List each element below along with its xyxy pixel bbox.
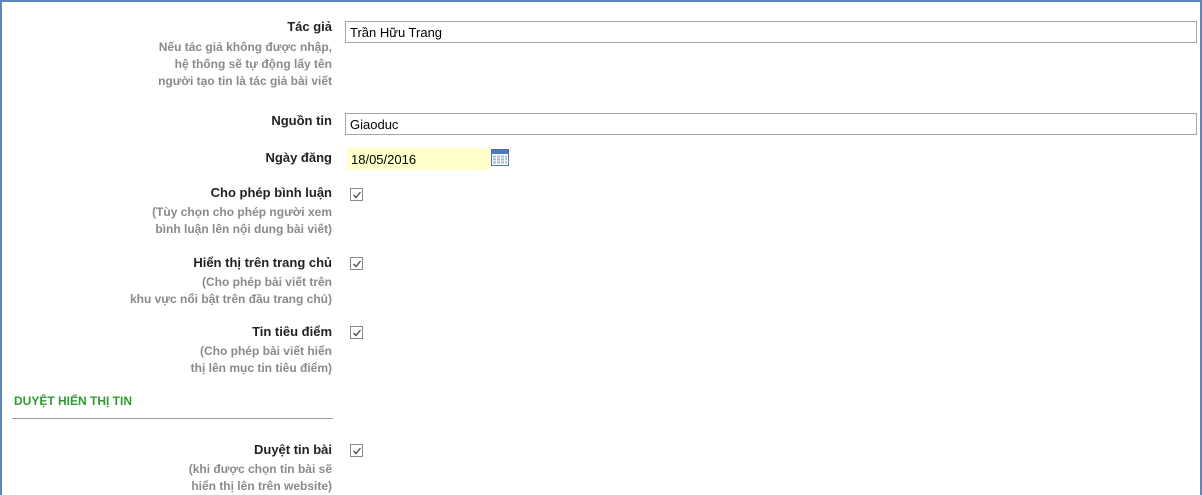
author-hint: Nếu tác giả không được nhập, hệ thống sẽ…	[158, 39, 332, 90]
show-on-home-hint-line: (Cho phép bài viết trên	[201, 275, 332, 289]
checkmark-icon	[353, 191, 362, 199]
source-label: Nguồn tin	[271, 113, 332, 128]
approve-hint-line: (khi được chọn tin bài sẽ	[188, 462, 332, 476]
approval-section-title: DUYỆT HIỂN THỊ TIN	[14, 394, 133, 408]
allow-comments-checkbox[interactable]	[350, 188, 363, 201]
allow-comments-hint-line: bình luận lên nội dung bài viết)	[155, 222, 332, 236]
allow-comments-hint-line: (Tùy chọn cho phép người xem	[152, 205, 332, 219]
show-on-home-checkbox[interactable]	[350, 257, 363, 270]
approve-label: Duyệt tin bài	[253, 442, 332, 457]
featured-hint: (Cho phép bài viết hiển thị lên mục tin …	[191, 343, 332, 377]
featured-checkbox[interactable]	[350, 326, 363, 339]
approve-hint-line: hiển thị lên trên website)	[191, 479, 332, 493]
author-input[interactable]	[345, 21, 1197, 43]
checkmark-icon	[353, 447, 362, 455]
source-input[interactable]	[345, 113, 1197, 135]
form-panel: Tác giả Nếu tác giả không được nhập, hệ …	[0, 0, 1202, 495]
allow-comments-hint: (Tùy chọn cho phép người xem bình luận l…	[152, 204, 332, 238]
show-on-home-hint-line: khu vực nổi bật trên đầu trang chủ)	[129, 292, 332, 306]
approve-hint: (khi được chọn tin bài sẽ hiển thị lên t…	[189, 461, 332, 495]
author-label: Tác giả	[287, 19, 332, 34]
publish-date-input[interactable]	[347, 148, 491, 170]
author-hint-line: Nếu tác giả không được nhập,	[158, 40, 332, 54]
show-on-home-label: Hiển thị trên trang chủ	[193, 255, 332, 270]
section-divider	[12, 418, 333, 419]
featured-label: Tin tiêu điểm	[252, 324, 332, 339]
checkmark-icon	[353, 260, 362, 268]
featured-hint-line: (Cho phép bài viết hiển	[199, 344, 332, 358]
author-hint-line: hệ thống sẽ tự động lấy tên	[174, 57, 332, 71]
show-on-home-hint: (Cho phép bài viết trên khu vực nổi bật …	[130, 274, 332, 308]
checkmark-icon	[353, 329, 362, 337]
featured-hint-line: thị lên mục tin tiêu điểm)	[190, 361, 332, 375]
approve-checkbox[interactable]	[350, 444, 363, 457]
author-hint-line: người tạo tin là tác giả bài viết	[158, 74, 332, 88]
publish-date-label: Ngày đăng	[265, 150, 332, 165]
allow-comments-label: Cho phép bình luận	[210, 185, 332, 200]
calendar-icon[interactable]	[491, 149, 509, 166]
